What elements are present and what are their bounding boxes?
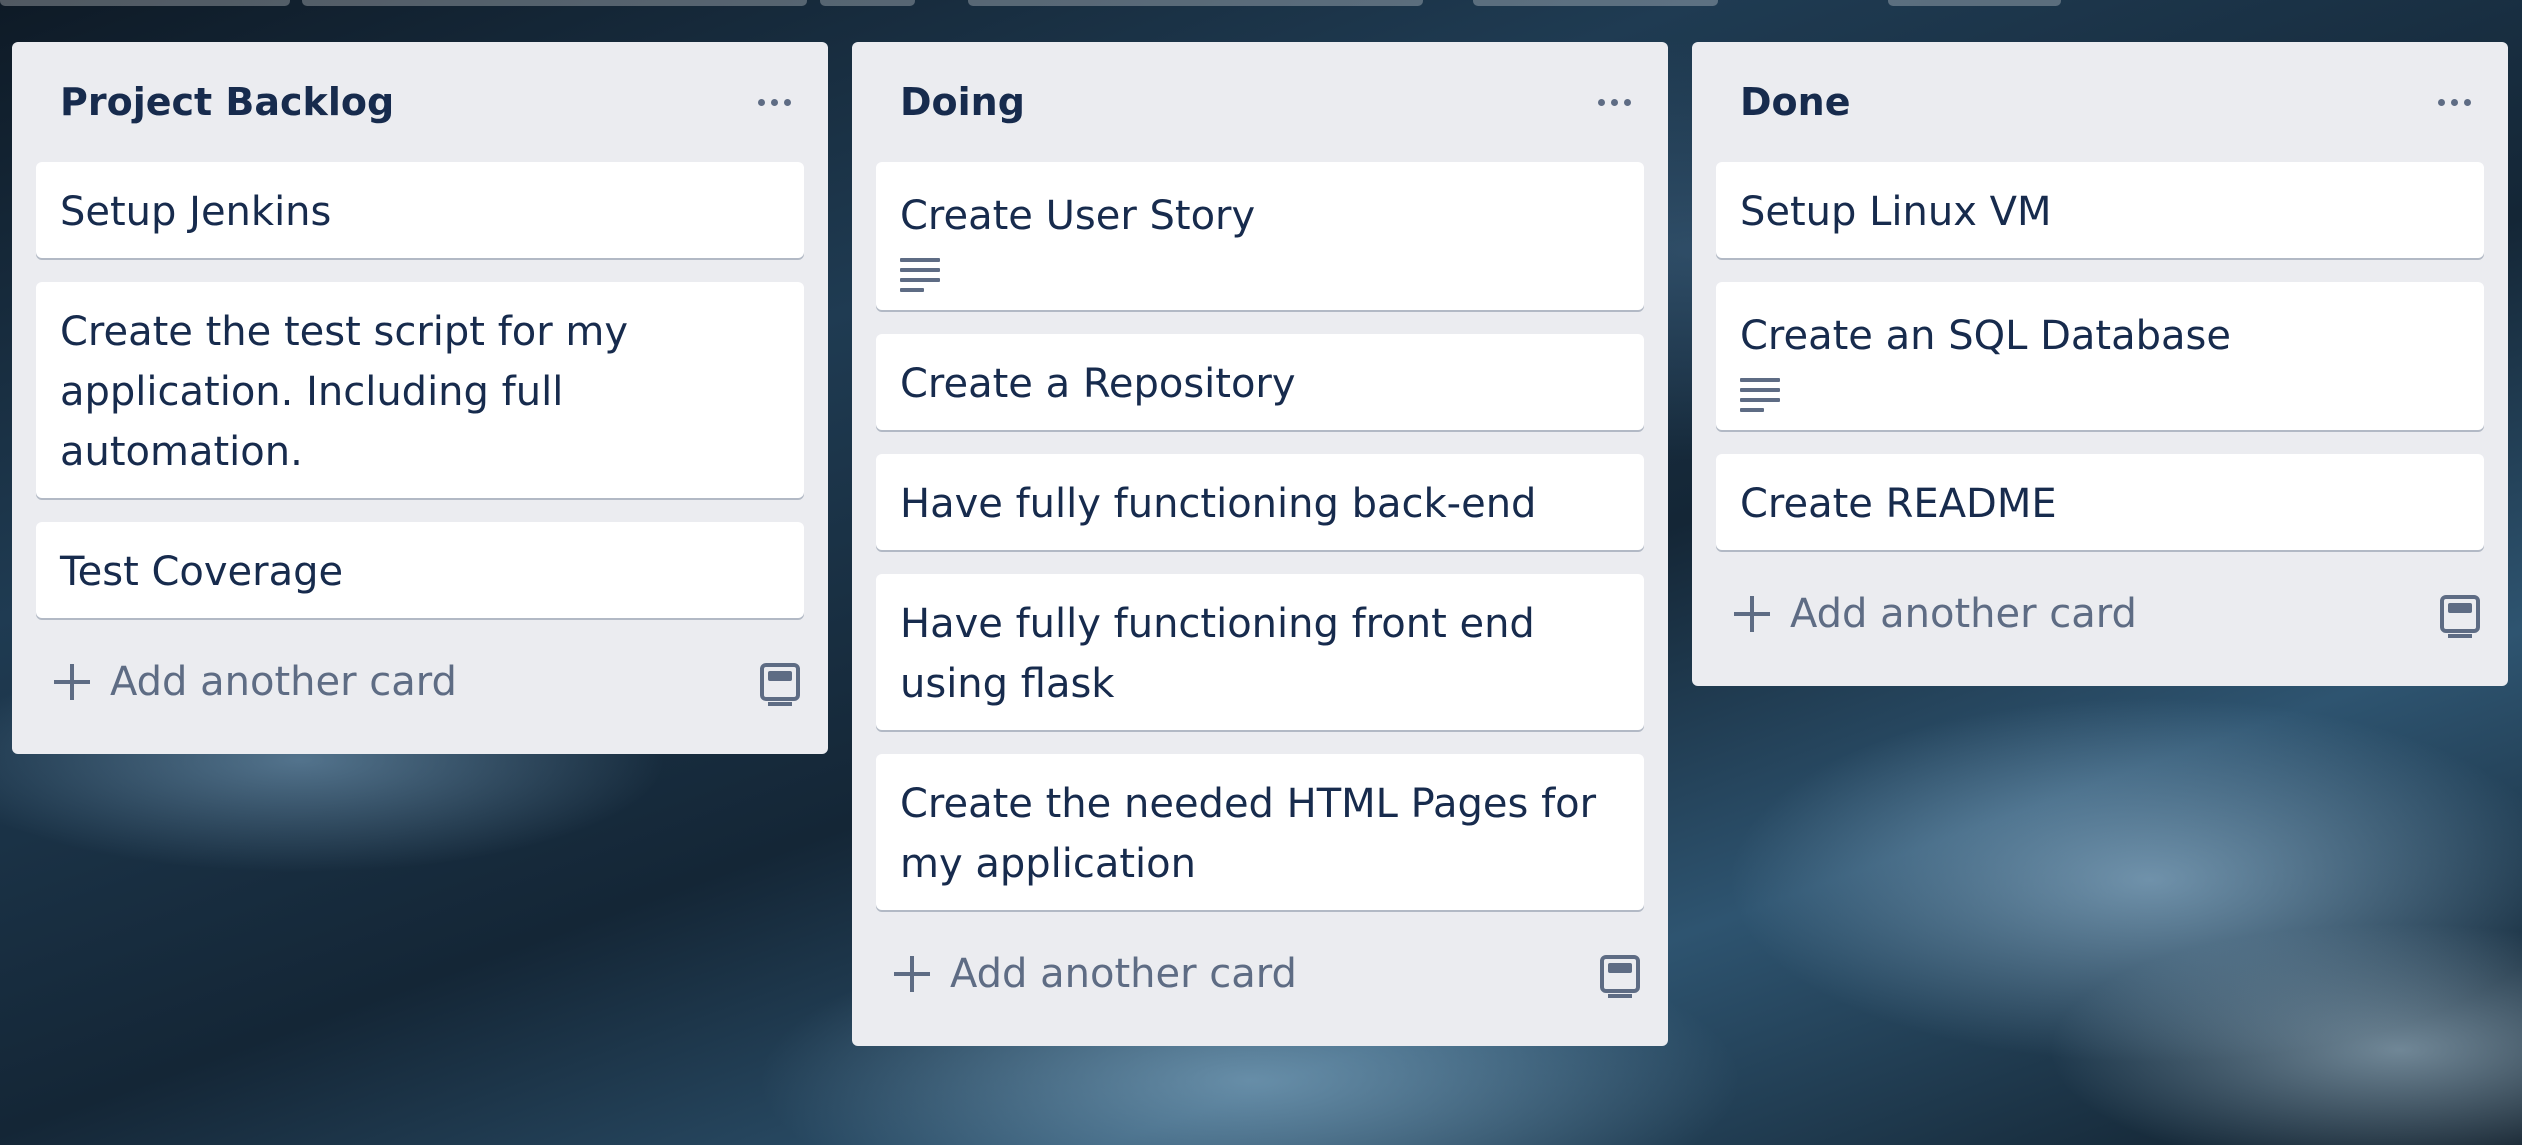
header-tab xyxy=(302,0,807,6)
add-card-label: Add another card xyxy=(950,951,1297,997)
add-card-button[interactable]: Add another card xyxy=(892,951,1297,997)
card[interactable]: Create a Repository xyxy=(876,334,1644,430)
header-tab xyxy=(820,0,915,6)
card-title: Create the test script for my applicatio… xyxy=(60,309,629,475)
header-tab xyxy=(968,0,1423,6)
list-title[interactable]: Doing xyxy=(900,80,1025,124)
header-tab xyxy=(1888,0,2061,6)
ellipsis-icon[interactable] xyxy=(2424,72,2484,132)
card[interactable]: Create README xyxy=(1716,454,2484,550)
card[interactable]: Setup Jenkins xyxy=(36,162,804,258)
add-card-label: Add another card xyxy=(110,659,457,705)
card[interactable]: Setup Linux VM xyxy=(1716,162,2484,258)
card-title: Create an SQL Database xyxy=(1740,313,2231,359)
list-project-backlog: Project Backlog Setup Jenkins Create the t… xyxy=(12,42,828,754)
list-done: Done Setup Linux VM Create an SQL Database… xyxy=(1692,42,2508,686)
list-title[interactable]: Project Backlog xyxy=(60,80,394,124)
header-tab xyxy=(0,0,290,6)
header-tab xyxy=(1473,0,1718,6)
add-card-button[interactable]: Add another card xyxy=(52,659,457,705)
ellipsis-icon[interactable] xyxy=(744,72,804,132)
plus-icon xyxy=(1732,594,1772,634)
board-header-strip xyxy=(0,0,2522,6)
card-title: Setup Jenkins xyxy=(60,189,332,235)
card-title: Create a Repository xyxy=(900,361,1296,407)
list-doing: Doing Create User Story Create a Repositor… xyxy=(852,42,1668,1046)
card-title: Have fully functioning front end using f… xyxy=(900,601,1535,707)
list-header: Project Backlog xyxy=(36,42,804,162)
add-card-button[interactable]: Add another card xyxy=(1732,591,2137,637)
card[interactable]: Test Coverage xyxy=(36,522,804,618)
list-title[interactable]: Done xyxy=(1740,80,1850,124)
card[interactable]: Create User Story xyxy=(876,162,1644,310)
list-footer: Add another card xyxy=(1716,566,2484,662)
card-title: Test Coverage xyxy=(60,549,344,595)
card-template-icon[interactable] xyxy=(1600,955,1640,998)
card-title: Create README xyxy=(1740,481,2057,527)
list-footer: Add another card xyxy=(36,634,804,730)
card-title: Have fully functioning back-end xyxy=(900,481,1537,527)
card-title: Create the needed HTML Pages for my appl… xyxy=(900,781,1597,887)
list-footer: Add another card xyxy=(876,926,1644,1022)
list-header: Doing xyxy=(876,42,1644,162)
card[interactable]: Create the test script for my applicatio… xyxy=(36,282,804,498)
card-title: Setup Linux VM xyxy=(1740,189,2052,235)
card[interactable]: Have fully functioning front end using f… xyxy=(876,574,1644,730)
ellipsis-icon[interactable] xyxy=(1584,72,1644,132)
plus-icon xyxy=(892,954,932,994)
card-template-icon[interactable] xyxy=(760,663,800,706)
description-icon xyxy=(900,258,940,292)
card[interactable]: Have fully functioning back-end xyxy=(876,454,1644,550)
card[interactable]: Create an SQL Database xyxy=(1716,282,2484,430)
card-title: Create User Story xyxy=(900,193,1256,239)
list-header: Done xyxy=(1716,42,2484,162)
plus-icon xyxy=(52,662,92,702)
description-icon xyxy=(1740,378,1780,412)
card-template-icon[interactable] xyxy=(2440,595,2480,638)
card[interactable]: Create the needed HTML Pages for my appl… xyxy=(876,754,1644,910)
add-card-label: Add another card xyxy=(1790,591,2137,637)
